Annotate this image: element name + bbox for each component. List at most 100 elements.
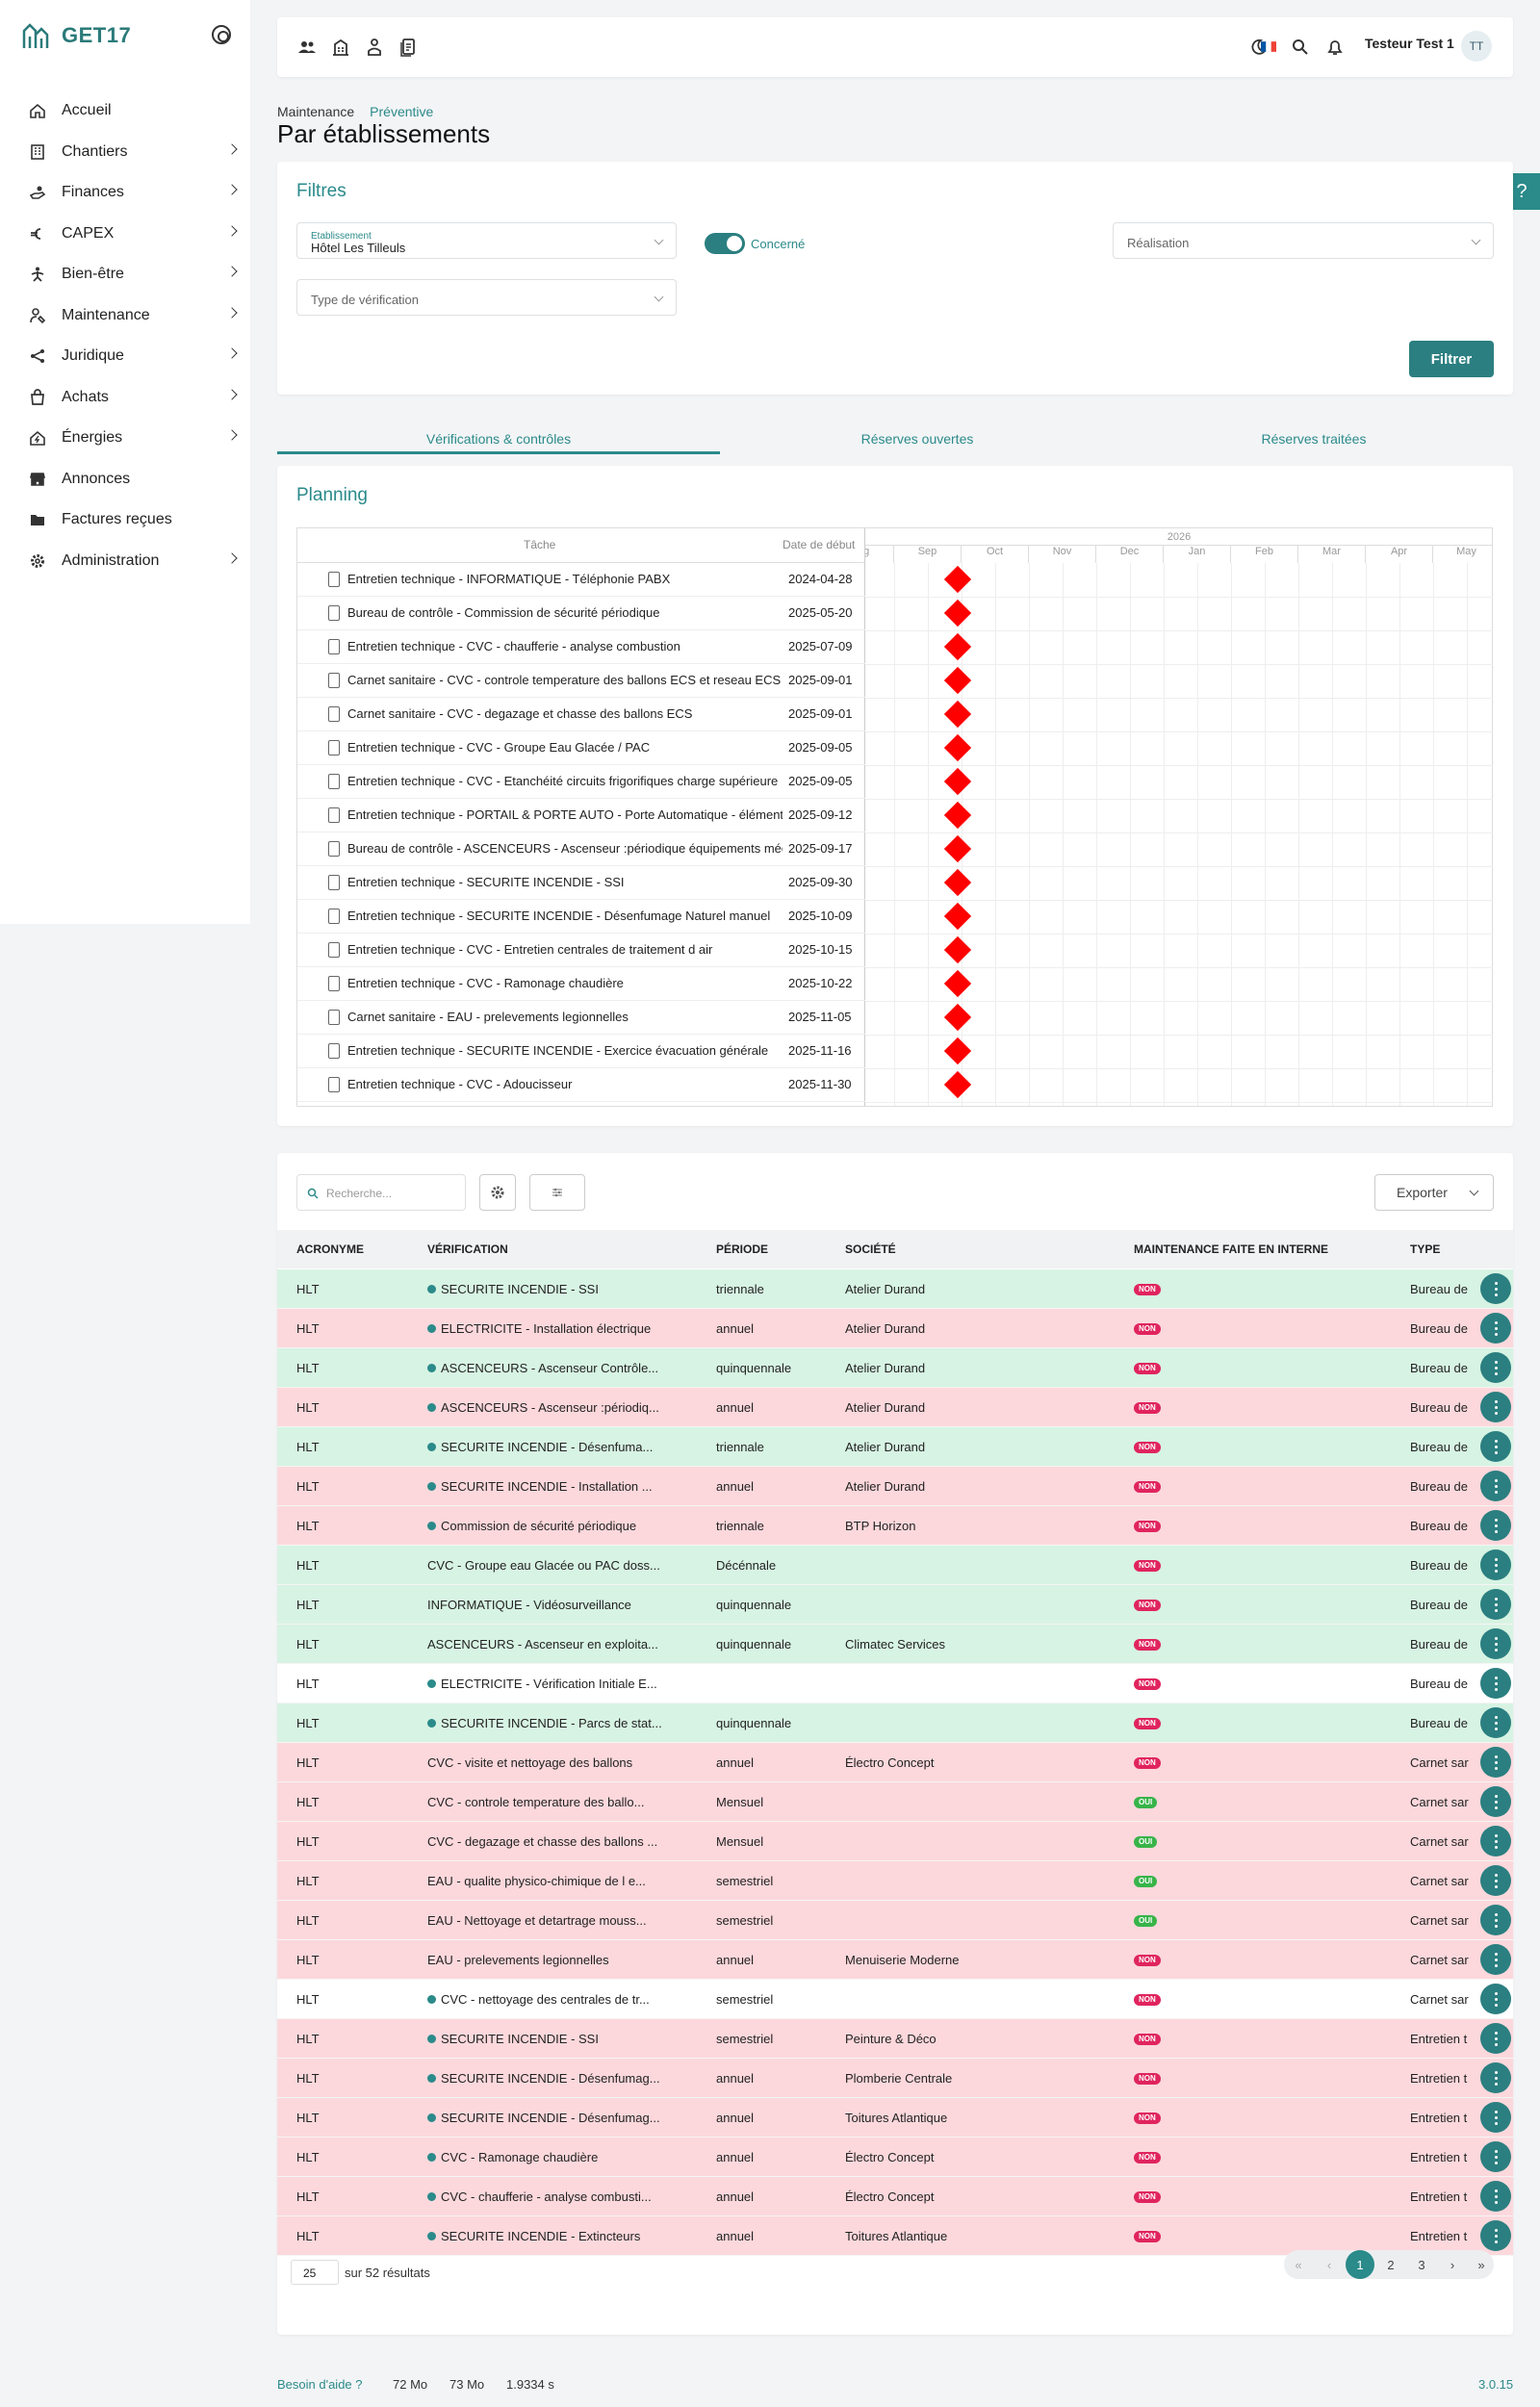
row-actions-more-icon[interactable] xyxy=(1480,1313,1511,1344)
gantt-task-row[interactable]: Entretien technique - CVC - Groupe Eau G… xyxy=(297,731,865,765)
tab-treated-reserves[interactable]: Réserves traitées xyxy=(1115,423,1513,454)
gantt-task-row[interactable]: Carnet sanitaire - CVC - degazage et cha… xyxy=(297,698,865,731)
help-link[interactable]: Besoin d'aide ? xyxy=(277,2377,363,2392)
table-row[interactable]: HLT SECURITE INCENDIE - Installation ... a… xyxy=(277,1467,1513,1506)
sidebar-item-capex[interactable]: CAPEX xyxy=(29,219,238,248)
table-row[interactable]: HLT SECURITE INCENDIE - Désenfuma... trien… xyxy=(277,1427,1513,1467)
gantt-task-row[interactable]: Entretien technique - CVC - Entretien ce… xyxy=(297,934,865,967)
table-row[interactable]: HLT CVC - controle temperature des ballo.… xyxy=(277,1782,1513,1822)
table-row[interactable]: HLT EAU - qualite physico-chimique de l e… xyxy=(277,1861,1513,1901)
table-row[interactable]: HLT CVC - Groupe eau Glacée ou PAC doss..… xyxy=(277,1546,1513,1585)
row-actions-more-icon[interactable] xyxy=(1480,1589,1511,1620)
col-acronym[interactable]: ACRONYME xyxy=(296,1242,364,1256)
table-row[interactable]: HLT CVC - degazage et chasse des ballons … xyxy=(277,1822,1513,1861)
page-3-button[interactable]: 3 xyxy=(1407,2250,1436,2279)
table-row[interactable]: HLT ELECTRICITE - Vérification Initiale E… xyxy=(277,1664,1513,1703)
row-actions-more-icon[interactable] xyxy=(1480,1392,1511,1422)
row-actions-more-icon[interactable] xyxy=(1480,1668,1511,1699)
gantt-milestone-marker[interactable] xyxy=(943,834,972,863)
row-actions-more-icon[interactable] xyxy=(1480,1549,1511,1580)
gantt-task-row[interactable]: Entretien technique - INFORMATIQUE - Tél… xyxy=(297,563,865,597)
col-type[interactable]: TYPE xyxy=(1410,1242,1440,1256)
row-actions-more-icon[interactable] xyxy=(1480,2102,1511,2133)
gantt-task-row[interactable]: Entretien technique - SECURITE INCENDIE … xyxy=(297,900,865,934)
gantt-task-row[interactable]: Bureau de contrôle - Commission de sécur… xyxy=(297,597,865,630)
table-row[interactable]: HLT SECURITE INCENDIE - Désenfumag... annu… xyxy=(277,2059,1513,2098)
gantt-milestone-marker[interactable] xyxy=(943,868,972,897)
table-row[interactable]: HLT ASCENCEURS - Ascenseur Contrôle... qui… xyxy=(277,1348,1513,1388)
gantt-task-row[interactable]: Carnet sanitaire - CVC - controle temper… xyxy=(297,664,865,698)
col-company[interactable]: SOCIÉTÉ xyxy=(845,1242,896,1256)
row-actions-more-icon[interactable] xyxy=(1480,1984,1511,2014)
gantt-milestone-marker[interactable] xyxy=(943,565,972,594)
realisation-select[interactable]: Réalisation xyxy=(1113,222,1494,259)
gantt-milestone-marker[interactable] xyxy=(943,902,972,931)
sidebar-toggle-icon[interactable] xyxy=(212,25,231,44)
first-page-button[interactable]: « xyxy=(1284,2250,1313,2279)
gantt-task-row[interactable]: Entretien technique - CVC - Ramonage cha… xyxy=(297,967,865,1001)
avatar[interactable]: TT xyxy=(1461,31,1492,62)
sidebar-item-finances[interactable]: Finances xyxy=(29,178,238,207)
sidebar-item-achats[interactable]: Achats xyxy=(29,383,238,412)
row-actions-more-icon[interactable] xyxy=(1480,1786,1511,1817)
gantt-task-row[interactable]: Entretien technique - SECURITE INCENDIE … xyxy=(297,1035,865,1068)
row-actions-more-icon[interactable] xyxy=(1480,1628,1511,1659)
row-actions-more-icon[interactable] xyxy=(1480,1826,1511,1856)
search-input[interactable]: Recherche... xyxy=(296,1174,466,1211)
row-actions-more-icon[interactable] xyxy=(1480,1707,1511,1738)
gantt-milestone-marker[interactable] xyxy=(943,666,972,695)
table-row[interactable]: HLT ELECTRICITE - Installation électrique… xyxy=(277,1309,1513,1348)
row-actions-more-icon[interactable] xyxy=(1480,1905,1511,1935)
row-actions-more-icon[interactable] xyxy=(1480,1352,1511,1383)
last-page-button[interactable]: » xyxy=(1467,2250,1496,2279)
sidebar-item-factures-recues[interactable]: Factures reçues xyxy=(29,505,236,534)
page-1-button[interactable]: 1 xyxy=(1346,2250,1374,2279)
filter-button[interactable]: Filtrer xyxy=(1409,341,1494,377)
gantt-task-row[interactable]: Entretien technique - CVC - chaufferie -… xyxy=(297,630,865,664)
gantt-task-row[interactable]: Entretien technique - PORTAIL & PORTE AU… xyxy=(297,799,865,832)
col-period[interactable]: PÉRIODE xyxy=(716,1242,768,1256)
table-row[interactable]: HLT ASCENCEURS - Ascenseur :périodiq... an… xyxy=(277,1388,1513,1427)
breadcrumb-parent[interactable]: Maintenance xyxy=(277,104,354,119)
prev-page-button[interactable]: ‹ xyxy=(1315,2250,1344,2279)
table-row[interactable]: HLT SECURITE INCENDIE - SSI semestriel Pein… xyxy=(277,2019,1513,2059)
row-actions-more-icon[interactable] xyxy=(1480,2181,1511,2212)
gantt-task-row[interactable]: Bureau de contrôle - ASCENCEURS - Ascens… xyxy=(297,832,865,866)
gantt-milestone-marker[interactable] xyxy=(943,801,972,830)
table-row[interactable]: HLT ASCENCEURS - Ascenseur en exploita...… xyxy=(277,1625,1513,1664)
row-actions-more-icon[interactable] xyxy=(1480,2062,1511,2093)
row-actions-more-icon[interactable] xyxy=(1480,2220,1511,2251)
concerned-toggle[interactable] xyxy=(705,233,745,254)
gantt-milestone-marker[interactable] xyxy=(943,632,972,661)
row-actions-more-icon[interactable] xyxy=(1480,1273,1511,1304)
documents-icon[interactable] xyxy=(398,37,419,58)
page-2-button[interactable]: 2 xyxy=(1376,2250,1405,2279)
table-row[interactable]: HLT Commission de sécurité périodique trie… xyxy=(277,1506,1513,1546)
gantt-milestone-marker[interactable] xyxy=(943,969,972,998)
table-row[interactable]: HLT EAU - Nettoyage et detartrage mouss..… xyxy=(277,1901,1513,1940)
gantt-task-row[interactable]: Entretien technique - SECURITE INCENDIE … xyxy=(297,866,865,900)
gantt-milestone-marker[interactable] xyxy=(943,700,972,729)
gantt-milestone-marker[interactable] xyxy=(943,935,972,964)
table-row[interactable]: HLT CVC - Ramonage chaudière annuel Électro… xyxy=(277,2138,1513,2177)
gantt-task-row[interactable]: Entretien technique - CVC - Etanchéité c… xyxy=(297,765,865,799)
table-row[interactable]: HLT CVC - nettoyage des centrales de tr..… xyxy=(277,1980,1513,2019)
gantt-milestone-marker[interactable] xyxy=(943,599,972,627)
settings-button[interactable] xyxy=(479,1174,516,1211)
next-page-button[interactable]: › xyxy=(1438,2250,1467,2279)
table-row[interactable]: HLT SECURITE INCENDIE - SSI triennale Ateli… xyxy=(277,1269,1513,1309)
sidebar-item-accueil[interactable]: Accueil xyxy=(29,96,236,125)
gantt-milestone-marker[interactable] xyxy=(943,767,972,796)
export-button[interactable]: Exporter xyxy=(1374,1174,1494,1211)
establishment-select[interactable]: Etablissement Hôtel Les Tilleuls xyxy=(296,222,677,259)
sidebar-item-energies[interactable]: Énergies xyxy=(29,423,238,452)
columns-button[interactable] xyxy=(529,1174,585,1211)
users-icon[interactable] xyxy=(296,37,318,58)
tab-verifications[interactable]: Vérifications & contrôles xyxy=(277,423,720,454)
table-row[interactable]: HLT INFORMATIQUE - Vidéosurveillance quinq… xyxy=(277,1585,1513,1625)
table-row[interactable]: HLT CVC - visite et nettoyage des ballons… xyxy=(277,1743,1513,1782)
sidebar-item-maintenance[interactable]: Maintenance xyxy=(29,301,238,330)
building-icon[interactable] xyxy=(330,37,351,58)
sidebar-item-bien-etre[interactable]: Bien-être xyxy=(29,260,238,289)
gantt-milestone-marker[interactable] xyxy=(943,733,972,762)
